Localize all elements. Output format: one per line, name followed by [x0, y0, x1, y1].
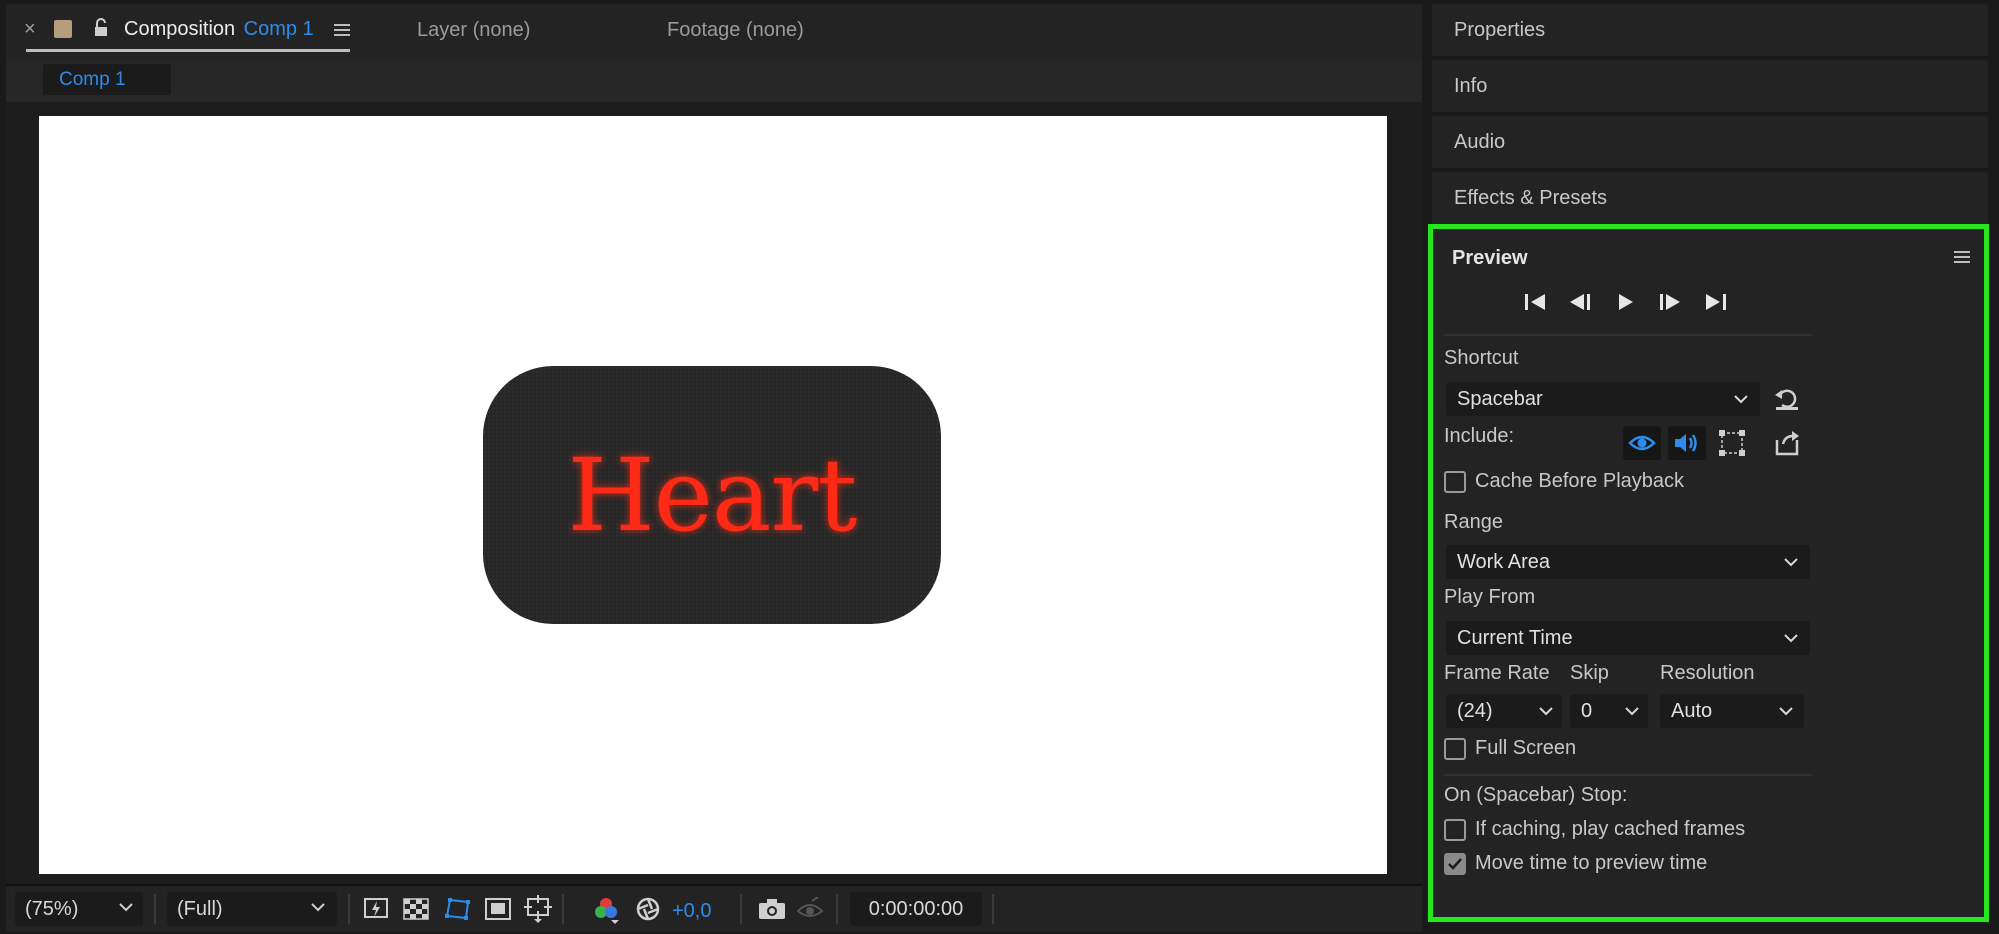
chevron-down-icon [1625, 706, 1639, 716]
composition-canvas[interactable]: Heart [39, 116, 1387, 874]
info-panel-tab[interactable]: Info [1432, 60, 1988, 112]
shortcut-label: Shortcut [1444, 347, 1519, 369]
toolbar-separator [348, 894, 350, 924]
chevron-down-icon [1734, 394, 1748, 404]
skip-label: Skip [1570, 662, 1609, 684]
preview-panel-title: Preview [1452, 247, 1528, 269]
cache-before-playback-checkbox[interactable] [1444, 471, 1466, 493]
range-value: Work Area [1457, 551, 1550, 573]
camera-snapshot-icon[interactable] [756, 893, 788, 925]
reset-exposure-icon[interactable] [632, 893, 664, 925]
transparency-grid-icon[interactable] [400, 893, 432, 925]
chevron-down-icon [1784, 557, 1798, 567]
include-overlays-icon[interactable] [1713, 426, 1751, 460]
panel-menu-icon[interactable] [334, 23, 350, 37]
composition-panel: × Composition Comp 1 Layer (none) Footag… [6, 4, 1422, 932]
reset-shortcut-icon[interactable] [1772, 384, 1802, 414]
chevron-down-icon [311, 902, 325, 912]
fast-previews-icon[interactable] [360, 893, 392, 925]
comp-1-subtab[interactable]: Comp 1 [43, 64, 171, 95]
previous-frame-icon[interactable] [1564, 287, 1596, 317]
section-divider [1444, 334, 1812, 336]
active-tab-underline [26, 49, 350, 52]
play-from-value: Current Time [1457, 627, 1573, 649]
chevron-down-icon [1779, 706, 1793, 716]
range-label: Range [1444, 511, 1503, 533]
shortcut-dropdown[interactable]: Spacebar [1446, 382, 1760, 416]
grid-guides-icon[interactable] [522, 893, 554, 925]
toolbar-separator [836, 894, 838, 924]
range-dropdown[interactable]: Work Area [1446, 545, 1810, 579]
close-tab-button[interactable]: × [24, 18, 36, 41]
exposure-value[interactable]: +0,0 [672, 900, 711, 923]
include-video-eye-icon[interactable] [1623, 426, 1661, 460]
section-divider [1444, 774, 1812, 776]
properties-panel-tab[interactable]: Properties [1432, 4, 1988, 56]
next-frame-icon[interactable] [1654, 287, 1686, 317]
comp-color-label-icon[interactable] [54, 20, 72, 38]
region-of-interest-icon[interactable] [482, 893, 514, 925]
heart-text-layer: Heart [567, 436, 858, 554]
skip-value: 0 [1581, 700, 1593, 722]
composition-footer-toolbar: (75%) (Full) +0,0 0:00:00:00 [6, 884, 1422, 932]
on-stop-label: On (Spacebar) Stop: [1444, 784, 1628, 806]
move-time-label[interactable]: Move time to preview time [1475, 852, 1707, 875]
if-caching-label[interactable]: If caching, play cached frames [1475, 818, 1745, 841]
effects-presets-panel-tab[interactable]: Effects & Presets [1432, 172, 1988, 224]
current-time-display[interactable]: 0:00:00:00 [850, 892, 982, 926]
if-caching-checkbox[interactable] [1444, 819, 1466, 841]
shortcut-value: Spacebar [1457, 388, 1543, 410]
footage-tab[interactable]: Footage (none) [667, 19, 804, 42]
chevron-down-icon [119, 902, 133, 912]
composition-tab-comp-name: Comp 1 [243, 18, 314, 40]
toolbar-separator [154, 894, 156, 924]
first-frame-icon[interactable] [1519, 287, 1551, 317]
panel-menu-icon[interactable] [1954, 250, 1970, 264]
full-screen-checkbox[interactable] [1444, 738, 1466, 760]
toolbar-separator [562, 894, 564, 924]
external-output-icon[interactable] [1772, 426, 1802, 460]
play-icon[interactable] [1609, 287, 1641, 317]
last-frame-icon[interactable] [1700, 287, 1732, 317]
composition-tab[interactable]: Composition Comp 1 [124, 18, 314, 41]
chevron-down-icon [1784, 633, 1798, 643]
layer-tab[interactable]: Layer (none) [417, 19, 530, 42]
chevron-down-icon [1539, 706, 1553, 716]
audio-panel-tab[interactable]: Audio [1432, 116, 1988, 168]
timecode-value: 0:00:00:00 [868, 898, 964, 920]
magnification-value: (75%) [25, 898, 79, 920]
composition-tab-label: Composition [124, 18, 236, 40]
composition-navigator-bar: Comp 1 [6, 60, 1422, 104]
include-audio-speaker-icon[interactable] [1668, 426, 1706, 460]
mask-visibility-icon[interactable] [442, 893, 474, 925]
cache-before-playback-label[interactable]: Cache Before Playback [1475, 470, 1684, 493]
channel-rgb-icon[interactable] [590, 893, 622, 925]
resolution-label: Resolution [1660, 662, 1755, 684]
lock-icon[interactable] [92, 18, 110, 38]
composition-panel-header: × Composition Comp 1 Layer (none) Footag… [6, 4, 1422, 60]
show-snapshot-icon[interactable] [794, 893, 826, 925]
include-label: Include: [1444, 425, 1515, 447]
frame-rate-value: (24) [1457, 700, 1493, 722]
heart-card-shape: Heart [483, 366, 941, 624]
full-screen-label[interactable]: Full Screen [1475, 737, 1576, 760]
composition-viewer[interactable]: Heart [6, 102, 1422, 884]
move-time-checkbox[interactable] [1444, 853, 1466, 875]
toolbar-separator [992, 894, 994, 924]
play-from-dropdown[interactable]: Current Time [1446, 621, 1810, 655]
frame-rate-label: Frame Rate [1444, 662, 1550, 684]
preview-panel: Preview Shortcut Spacebar Include: Cache… [1428, 224, 1989, 922]
toolbar-separator [740, 894, 742, 924]
preview-resolution-value: Auto [1671, 700, 1713, 722]
play-from-label: Play From [1444, 586, 1536, 608]
resolution-value: (Full) [177, 898, 223, 920]
